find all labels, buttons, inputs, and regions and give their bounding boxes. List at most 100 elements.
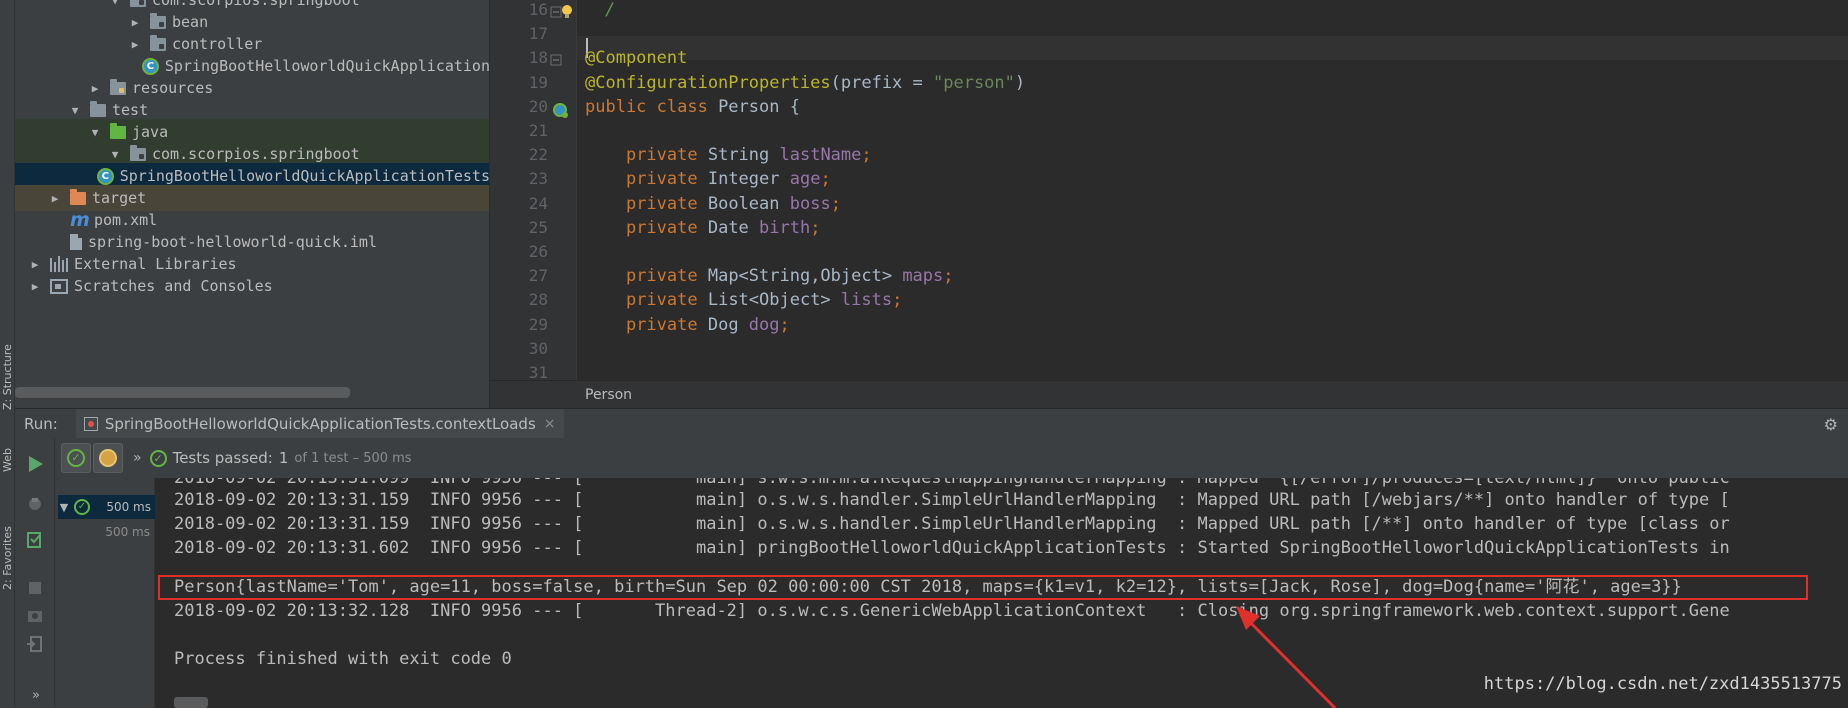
tests-passed-count: 1 bbox=[278, 449, 289, 467]
more-chevron-icon[interactable]: » bbox=[133, 450, 142, 466]
structure-tool-tab[interactable]: Z: Structure bbox=[1, 320, 14, 410]
code-line: / bbox=[605, 0, 616, 20]
code-line: @Component bbox=[585, 48, 688, 69]
chevron-right-icon[interactable]: ▶ bbox=[128, 38, 142, 51]
console-line: 2018-09-02 20:13:31.159 INFO 9956 --- [ … bbox=[174, 490, 1730, 510]
resources-folder-icon bbox=[110, 78, 126, 95]
chevron-right-icon[interactable]: ▶ bbox=[48, 192, 62, 205]
code-editor[interactable]: 16171819202122232425262728293031 @date 2… bbox=[490, 0, 1848, 380]
console-line: 2018-09-02 20:13:32.128 INFO 9956 --- [ … bbox=[174, 601, 1730, 621]
tree-item-label: resources bbox=[132, 79, 214, 97]
line-number: 23 bbox=[528, 169, 548, 189]
test-toolbar: ✓ » ✓ Tests passed: 1 of 1 test – 500 ms bbox=[55, 438, 1848, 478]
tree-item-label: target bbox=[92, 189, 147, 207]
console-line: 2018-09-02 20:13:31.602 INFO 9956 --- [ … bbox=[174, 538, 1730, 558]
line-number: 31 bbox=[528, 363, 548, 380]
scratches-icon bbox=[50, 278, 68, 294]
chevron-right-icon[interactable]: ▶ bbox=[28, 280, 42, 293]
expand-arrow-icon[interactable]: ▼ bbox=[58, 501, 70, 514]
project-scrollbar[interactable] bbox=[15, 387, 350, 398]
close-tab-icon[interactable]: × bbox=[544, 416, 556, 432]
fold-minus-icon[interactable] bbox=[550, 54, 562, 66]
tests-passed-suffix: of 1 test – 500 ms bbox=[294, 450, 412, 466]
left-tool-strip: Z: Structure Web 2: Favorites bbox=[0, 0, 15, 708]
tree-item[interactable]: ▶ Scratches and Consoles bbox=[15, 273, 489, 299]
tree-item-label: SpringBootHelloworldQuickApplicationTest… bbox=[119, 167, 490, 185]
chevron-right-icon[interactable]: ▶ bbox=[28, 258, 42, 271]
tree-item-label: External Libraries bbox=[74, 255, 237, 273]
line-number: 18 bbox=[528, 48, 548, 68]
tree-item-label: bean bbox=[172, 13, 209, 31]
show-ignored-button[interactable] bbox=[93, 443, 123, 473]
watermark-text: https://blog.csdn.net/zxd1435513775 bbox=[1483, 674, 1842, 694]
ignored-icon bbox=[99, 449, 117, 467]
line-number: 25 bbox=[528, 217, 548, 237]
tree-item-label: java bbox=[132, 123, 169, 141]
rerun-play-icon[interactable] bbox=[25, 454, 45, 474]
camera-icon[interactable] bbox=[25, 606, 45, 626]
line-number: 16 bbox=[528, 0, 548, 19]
chevron-down-icon[interactable]: ▼ bbox=[108, 148, 122, 161]
tests-passed-prefix: Tests passed: bbox=[172, 449, 273, 467]
red-highlight-box bbox=[158, 575, 1808, 600]
run-tool-window-header: Run: SpringBootHelloworldQuickApplicatio… bbox=[15, 408, 1848, 439]
code-line: @ConfigurationProperties(prefix = "perso… bbox=[585, 72, 1026, 93]
code-line: private Map<String,Object> maps; bbox=[625, 266, 954, 287]
exit-icon[interactable] bbox=[25, 634, 45, 654]
chevron-down-icon[interactable]: ▼ bbox=[88, 126, 102, 139]
maven-icon: m bbox=[70, 209, 90, 231]
favorites-tool-tab[interactable]: 2: Favorites bbox=[1, 500, 14, 590]
test-source-folder-icon bbox=[110, 122, 126, 139]
code-line: private String lastName; bbox=[625, 145, 872, 166]
test-results-tree: ▼ ✓ 500 ms 500 ms bbox=[55, 478, 155, 708]
spring-bean-gutter-icon[interactable] bbox=[552, 102, 570, 120]
spring-class-icon: C bbox=[141, 57, 159, 75]
package-folder-icon bbox=[150, 34, 166, 51]
tree-item-label: spring-boot-helloworld-quick.iml bbox=[88, 233, 377, 251]
console-scrollbar[interactable] bbox=[174, 697, 208, 708]
show-passed-button[interactable]: ✓ bbox=[61, 443, 91, 473]
lightbulb-icon[interactable] bbox=[560, 4, 574, 20]
tree-item-label: controller bbox=[172, 35, 263, 53]
excluded-folder-icon bbox=[70, 188, 86, 205]
line-number: 30 bbox=[528, 338, 548, 358]
chevron-right-icon[interactable]: ▶ bbox=[128, 16, 142, 29]
tests-passed-status: ✓ Tests passed: 1 of 1 test – 500 ms bbox=[149, 449, 412, 467]
stop-icon[interactable] bbox=[25, 578, 45, 598]
chevron-down-icon[interactable]: ▼ bbox=[108, 0, 122, 7]
run-label: Run: bbox=[24, 414, 58, 433]
test-duration: 500 ms bbox=[106, 500, 151, 514]
line-number: 26 bbox=[528, 242, 548, 261]
toggle-auto-test-icon[interactable] bbox=[25, 530, 45, 550]
code-line: public class Person { bbox=[585, 96, 800, 117]
rerun-failed-icon[interactable] bbox=[25, 494, 45, 514]
check-icon: ✓ bbox=[67, 449, 85, 467]
package-folder-icon bbox=[130, 144, 146, 161]
console-line-exit: Process finished with exit code 0 bbox=[174, 649, 512, 669]
package-folder-icon bbox=[130, 0, 146, 7]
libraries-icon bbox=[50, 256, 68, 272]
line-number: 21 bbox=[528, 121, 548, 140]
console-line: 2018-09-02 20:13:31.159 INFO 9956 --- [ … bbox=[174, 514, 1730, 534]
junit-icon bbox=[83, 416, 98, 431]
gear-icon[interactable]: ⚙ bbox=[1824, 415, 1838, 434]
code-line: private Date birth; bbox=[625, 217, 821, 238]
line-number: 29 bbox=[528, 314, 548, 334]
chevron-down-icon[interactable]: ▼ bbox=[68, 104, 82, 117]
line-number: 17 bbox=[528, 24, 548, 44]
check-icon: ✓ bbox=[149, 449, 167, 467]
line-number: 20 bbox=[528, 96, 548, 116]
chevron-right-icon[interactable]: ▶ bbox=[88, 82, 102, 95]
web-tool-tab[interactable]: Web bbox=[1, 436, 14, 472]
run-side-toolbar bbox=[15, 438, 55, 708]
run-tab-title: SpringBootHelloworldQuickApplicationTest… bbox=[104, 414, 536, 433]
test-tree-row[interactable]: ▼ ✓ 500 ms bbox=[58, 495, 155, 519]
red-annotation-arrow bbox=[1236, 606, 1337, 708]
tree-item-label: pom.xml bbox=[94, 211, 158, 229]
more-chevron-icon[interactable]: » bbox=[32, 688, 40, 703]
run-config-tab[interactable]: SpringBootHelloworldQuickApplicationTest… bbox=[75, 408, 564, 439]
line-number: 24 bbox=[528, 193, 548, 213]
current-line-highlight bbox=[577, 36, 1848, 60]
editor-breadcrumb[interactable]: Person bbox=[490, 380, 1848, 408]
line-number: 22 bbox=[528, 145, 548, 165]
